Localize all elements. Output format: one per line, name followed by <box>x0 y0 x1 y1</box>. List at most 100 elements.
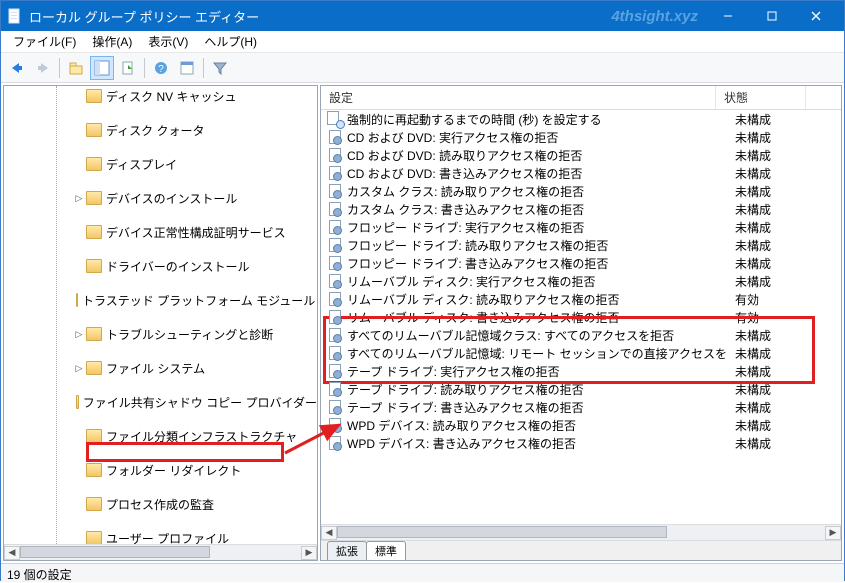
setting-row[interactable]: リムーバブル ディスク: 読み取りアクセス権の拒否有効 <box>321 290 841 308</box>
title-bar: ローカル グループ ポリシー エディター 4thsight.xyz <box>1 1 844 31</box>
policy-setting-icon <box>327 363 343 379</box>
list-scroll-thumb[interactable] <box>337 526 667 538</box>
tree-item[interactable]: ドライバーのインストール <box>4 258 317 274</box>
properties-button[interactable] <box>175 56 199 80</box>
tree-hscroll[interactable]: ◀ ▶ <box>4 544 317 560</box>
filter-button[interactable] <box>208 56 232 80</box>
setting-row[interactable]: テープ ドライブ: 書き込みアクセス権の拒否未構成 <box>321 398 841 416</box>
tree-item[interactable]: ディスク NV キャッシュ <box>4 88 317 104</box>
setting-name: フロッピー ドライブ: 読み取りアクセス権の拒否 <box>347 237 727 254</box>
export-button[interactable] <box>116 56 140 80</box>
expand-icon[interactable]: ▷ <box>74 363 84 373</box>
tree-item[interactable]: トラステッド プラットフォーム モジュール サ <box>4 292 317 308</box>
menu-view[interactable]: 表示(V) <box>140 31 196 52</box>
folder-icon <box>86 327 102 341</box>
expand-icon[interactable]: ▷ <box>74 193 84 203</box>
tree-item-label: トラブルシューティングと診断 <box>106 326 273 343</box>
column-header-state[interactable]: 状態 <box>716 86 806 109</box>
setting-name: CD および DVD: 書き込みアクセス権の拒否 <box>347 165 727 182</box>
up-button[interactable] <box>64 56 88 80</box>
tree-item[interactable]: ディスク クォータ <box>4 122 317 138</box>
tree-item[interactable]: プロセス作成の監査 <box>4 496 317 512</box>
status-bar: 19 個の設定 <box>1 563 844 582</box>
policy-setting-icon <box>327 165 343 181</box>
app-icon <box>7 8 23 24</box>
folder-icon <box>86 259 102 273</box>
highlight-list-annotation <box>323 316 815 384</box>
setting-row[interactable]: CD および DVD: 読み取りアクセス権の拒否未構成 <box>321 146 841 164</box>
menu-action[interactable]: 操作(A) <box>84 31 140 52</box>
maximize-button[interactable] <box>750 1 794 31</box>
scroll-left-icon[interactable]: ◀ <box>321 526 337 540</box>
policy-setting-icon <box>327 237 343 253</box>
tree-item-label: ディスク NV キャッシュ <box>106 88 237 105</box>
folder-icon <box>86 225 102 239</box>
settings-list[interactable]: 強制的に再起動するまでの時間 (秒) を設定する未構成CD および DVD: 実… <box>321 110 841 524</box>
tree-item[interactable]: ディスプレイ <box>4 156 317 172</box>
column-header-setting[interactable]: 設定 <box>321 86 716 109</box>
tree-item[interactable]: ファイル共有シャドウ コピー プロバイダー <box>4 394 317 410</box>
folder-icon <box>76 395 78 409</box>
setting-row[interactable]: カスタム クラス: 書き込みアクセス権の拒否未構成 <box>321 200 841 218</box>
menu-file[interactable]: ファイル(F) <box>5 31 84 52</box>
policy-setting-icon <box>327 327 343 343</box>
setting-name: テープ ドライブ: 書き込みアクセス権の拒否 <box>347 399 727 416</box>
tree-item[interactable]: ▷デバイスのインストール <box>4 190 317 206</box>
setting-row[interactable]: フロッピー ドライブ: 書き込みアクセス権の拒否未構成 <box>321 254 841 272</box>
folder-icon <box>86 497 102 511</box>
content-area: ディスク NV キャッシュディスク クォータディスプレイ ▷デバイスのインストール… <box>1 83 844 563</box>
setting-name: リムーバブル ディスク: 実行アクセス権の拒否 <box>347 273 727 290</box>
setting-row[interactable]: CD および DVD: 書き込みアクセス権の拒否未構成 <box>321 164 841 182</box>
policy-setting-icon <box>327 345 343 361</box>
setting-row[interactable]: 強制的に再起動するまでの時間 (秒) を設定する未構成 <box>321 110 841 128</box>
scroll-right-icon[interactable]: ▶ <box>825 526 841 540</box>
forward-button[interactable] <box>31 56 55 80</box>
setting-name: WPD デバイス: 読み取りアクセス権の拒否 <box>347 417 727 434</box>
folder-tree[interactable]: ディスク NV キャッシュディスク クォータディスプレイ ▷デバイスのインストール… <box>4 86 317 560</box>
minimize-button[interactable] <box>706 1 750 31</box>
setting-state: 有効 <box>727 291 759 308</box>
tree-scroll-thumb[interactable] <box>20 546 210 558</box>
setting-name: リムーバブル ディスク: 読み取りアクセス権の拒否 <box>347 291 727 308</box>
policy-setting-icon <box>327 129 343 145</box>
tab-extended[interactable]: 拡張 <box>327 541 367 560</box>
tree-item-label: ドライバーのインストール <box>106 258 250 275</box>
setting-row[interactable]: WPD デバイス: 書き込みアクセス権の拒否未構成 <box>321 434 841 452</box>
policy-setting-icon <box>327 309 343 325</box>
setting-state: 未構成 <box>727 273 771 290</box>
setting-name: フロッピー ドライブ: 書き込みアクセス権の拒否 <box>347 255 727 272</box>
scroll-left-icon[interactable]: ◀ <box>4 546 20 560</box>
setting-row[interactable]: WPD デバイス: 読み取りアクセス権の拒否未構成 <box>321 416 841 434</box>
tree-item[interactable]: フォルダー リダイレクト <box>4 462 317 478</box>
policy-setting-icon <box>327 147 343 163</box>
tree-item[interactable]: ▷ トラブルシューティングと診断 <box>4 326 317 342</box>
close-button[interactable] <box>794 1 838 31</box>
list-hscroll[interactable]: ◀ ▶ <box>321 524 841 540</box>
tree-item[interactable]: デバイス正常性構成証明サービス <box>4 224 317 240</box>
setting-state: 未構成 <box>727 417 771 434</box>
setting-row[interactable]: CD および DVD: 実行アクセス権の拒否未構成 <box>321 128 841 146</box>
setting-row[interactable]: カスタム クラス: 読み取りアクセス権の拒否未構成 <box>321 182 841 200</box>
setting-row[interactable]: リムーバブル ディスク: 実行アクセス権の拒否未構成 <box>321 272 841 290</box>
help-button[interactable]: ? <box>149 56 173 80</box>
setting-name: WPD デバイス: 書き込みアクセス権の拒否 <box>347 435 727 452</box>
scroll-right-icon[interactable]: ▶ <box>301 546 317 560</box>
setting-name: フロッピー ドライブ: 実行アクセス権の拒否 <box>347 219 727 236</box>
policy-setting-icon <box>327 381 343 397</box>
show-tree-button[interactable] <box>90 56 114 80</box>
folder-icon <box>86 191 102 205</box>
policy-setting-icon <box>327 219 343 235</box>
back-button[interactable] <box>5 56 29 80</box>
tree-connector-icon <box>74 91 84 101</box>
setting-row[interactable]: フロッピー ドライブ: 読み取りアクセス権の拒否未構成 <box>321 236 841 254</box>
toolbar-separator <box>203 58 204 78</box>
expand-icon[interactable]: ▷ <box>74 329 84 339</box>
menu-help[interactable]: ヘルプ(H) <box>196 31 265 52</box>
setting-state: 未構成 <box>727 219 771 236</box>
setting-name: カスタム クラス: 書き込みアクセス権の拒否 <box>347 201 727 218</box>
tree-item[interactable]: ▷ファイル システム <box>4 360 317 376</box>
tab-standard[interactable]: 標準 <box>366 541 406 560</box>
setting-row[interactable]: フロッピー ドライブ: 実行アクセス権の拒否未構成 <box>321 218 841 236</box>
folder-icon <box>86 89 102 103</box>
policy-setting-icon <box>327 399 343 415</box>
